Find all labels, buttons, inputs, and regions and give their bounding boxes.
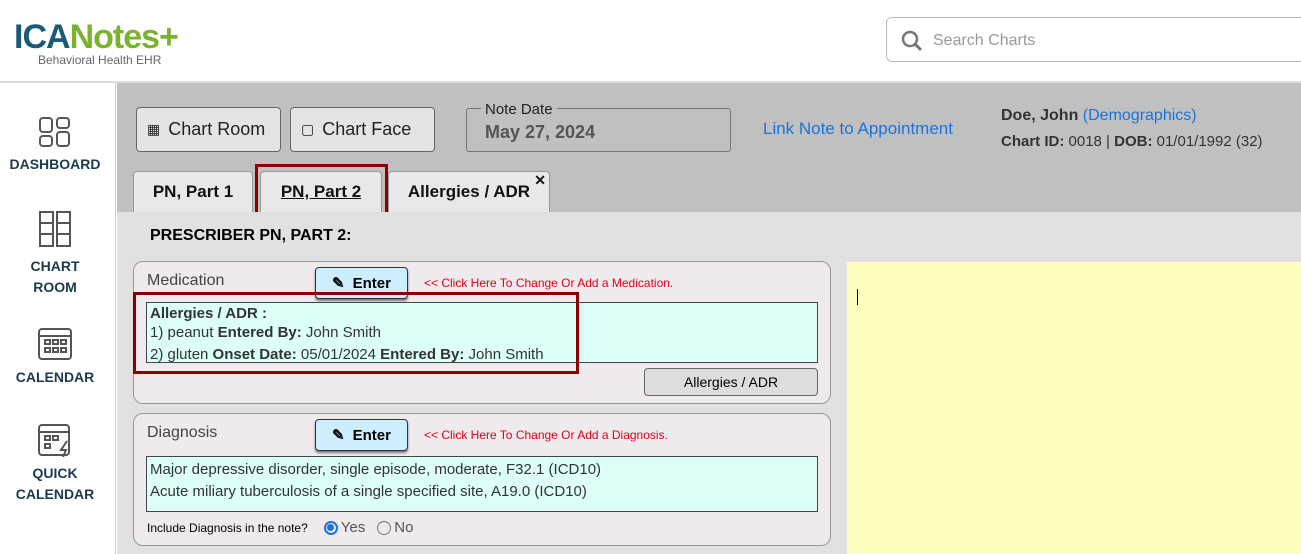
clipboard-user-icon: ▢ [301,121,315,137]
header: ICANotes+ Behavioral Health EHR Search C… [0,0,1301,83]
logo[interactable]: ICANotes+ Behavioral Health EHR [14,18,179,67]
close-icon[interactable]: ✕ [534,172,546,189]
sidebar-item-dashboard[interactable]: DASHBOARD [0,116,110,175]
diagnosis-box: Major depressive disorder, single episod… [146,456,818,512]
page-title: PRESCRIBER PN, PART 2: [150,227,352,244]
pencil-icon: ✎ [332,275,345,292]
search-input[interactable]: Search Charts [886,17,1301,62]
chart-room-button[interactable]: ▦ Chart Room [136,107,281,152]
diagnosis-panel: Diagnosis ✎ Enter << Click Here To Change… [133,413,831,546]
note-date-field[interactable]: Note Date May 27, 2024 [466,101,731,152]
link-note-to-appointment[interactable]: Link Note to Appointment [763,119,953,139]
filing-cabinet-icon: ▦ [147,121,161,137]
note-text-editor[interactable] [847,262,1301,554]
quick-calendar-icon [38,424,70,457]
tab-allergies-adr[interactable]: Allergies / ADR ✕ [388,171,550,212]
radio-yes[interactable]: Yes [323,519,365,536]
highlight-box [133,292,579,374]
dashboard-icon [39,117,70,147]
pencil-icon: ✎ [332,427,345,444]
sidebar-item-chart-room[interactable]: CHART ROOM [0,210,110,298]
tab-pn-part-1[interactable]: PN, Part 1 [133,171,253,212]
demographics-link[interactable]: (Demographics) [1083,107,1197,124]
diagnosis-item: Major depressive disorder, single episod… [150,461,602,478]
highlight-box [255,164,388,217]
chart-face-button[interactable]: ▢ Chart Face [290,107,435,152]
sidebar: DASHBOARD CHART ROOM CALENDAR QUICK CALE… [0,83,116,554]
allergies-adr-button[interactable]: Allergies / ADR [644,368,818,396]
text-cursor [857,289,858,305]
patient-name: Doe, John [1001,107,1079,124]
radio-no[interactable]: No [377,519,413,536]
calendar-icon [38,328,72,360]
sidebar-item-quick-calendar[interactable]: QUICK CALENDAR [0,423,110,505]
diagnosis-enter-button[interactable]: ✎ Enter [315,419,408,451]
sidebar-item-calendar[interactable]: CALENDAR [0,327,110,388]
diagnosis-item: Acute miliary tuberculosis of a single s… [150,483,587,500]
search-icon [901,30,923,52]
filing-cabinet-icon [39,211,71,247]
